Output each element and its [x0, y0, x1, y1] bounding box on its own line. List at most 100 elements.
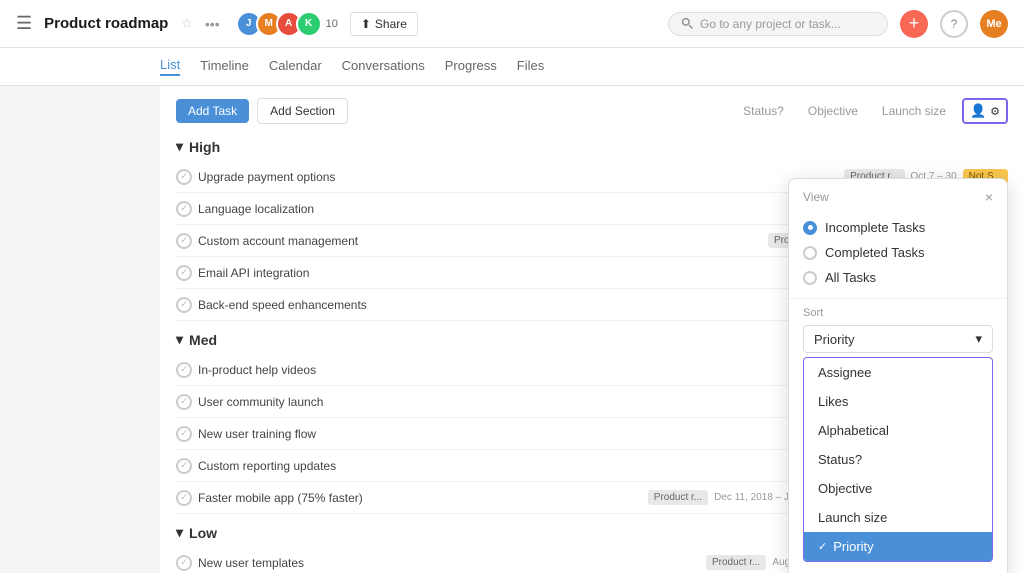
task-check[interactable]: ✓: [176, 169, 192, 185]
radio-all: [803, 271, 817, 285]
sort-option-likes[interactable]: Likes: [804, 387, 992, 416]
section-header[interactable]: ▾ High: [176, 138, 1008, 155]
task-check[interactable]: ✓: [176, 490, 192, 506]
avatar: K: [296, 11, 322, 37]
likes-label: Likes: [818, 394, 848, 409]
search-placeholder: Go to any project or task...: [700, 17, 841, 31]
objective-label: Objective: [818, 481, 872, 496]
sort-option-assignee[interactable]: Assignee: [804, 358, 992, 387]
sort-option-objective[interactable]: Objective: [804, 474, 992, 503]
task-check[interactable]: ✓: [176, 426, 192, 442]
task-tag: Product r...: [706, 555, 766, 570]
task-name: Custom account management: [198, 234, 478, 248]
user-avatar[interactable]: Me: [980, 10, 1008, 38]
content-area: Add Task Add Section Status? Objective L…: [160, 86, 1024, 573]
section-arrow: ▾: [176, 331, 183, 348]
radio-incomplete: [803, 221, 817, 235]
section-arrow: ▾: [176, 138, 183, 155]
main-layout: Add Task Add Section Status? Objective L…: [0, 86, 1024, 573]
search-icon: [681, 17, 694, 30]
view-options-section: Incomplete Tasks Completed Tasks All Tas…: [789, 211, 1007, 299]
menu-icon[interactable]: ☰: [16, 13, 32, 34]
status-label: Status?: [818, 452, 862, 467]
view-sort-panel: View × Incomplete Tasks Completed Tasks …: [788, 178, 1008, 573]
task-name: New user training flow: [198, 427, 478, 441]
sort-option-alphabetical[interactable]: Alphabetical: [804, 416, 992, 445]
view-option-completed-label: Completed Tasks: [825, 245, 924, 260]
view-option-completed[interactable]: Completed Tasks: [803, 240, 993, 265]
task-name: Faster mobile app (75% faster): [198, 491, 478, 505]
view-option-incomplete-label: Incomplete Tasks: [825, 220, 925, 235]
assignee-label: Assignee: [818, 365, 871, 380]
sort-section: Sort Priority ▾ Assignee Likes Alphabeti…: [789, 299, 1007, 570]
tab-progress[interactable]: Progress: [445, 58, 497, 75]
task-name: Upgrade payment options: [198, 170, 478, 184]
section-name: Low: [189, 525, 217, 541]
task-name: In-product help videos: [198, 363, 478, 377]
tab-files[interactable]: Files: [517, 58, 544, 75]
view-option-incomplete[interactable]: Incomplete Tasks: [803, 215, 993, 240]
panel-title: View: [803, 190, 829, 204]
view-option-all-label: All Tasks: [825, 270, 876, 285]
sort-option-status[interactable]: Status?: [804, 445, 992, 474]
task-name: Email API integration: [198, 266, 478, 280]
top-nav: ☰ Product roadmap ☆ ••• J M A K 10 ⬆ Sha…: [0, 0, 1024, 48]
filter-icon: ⚙: [990, 105, 1000, 118]
add-task-button[interactable]: Add Task: [176, 99, 249, 123]
task-check[interactable]: ✓: [176, 458, 192, 474]
chevron-down-icon: ▾: [975, 331, 982, 347]
sort-label: Sort: [803, 307, 993, 319]
tab-list[interactable]: List: [160, 57, 180, 76]
task-name: New user templates: [198, 556, 478, 570]
launch-label: Launch size: [818, 510, 887, 525]
view-option-all[interactable]: All Tasks: [803, 265, 993, 290]
add-button[interactable]: +: [900, 10, 928, 38]
task-check[interactable]: ✓: [176, 394, 192, 410]
share-icon: ⬆: [361, 17, 371, 31]
task-name: User community launch: [198, 395, 478, 409]
sort-option-launch[interactable]: Launch size: [804, 503, 992, 532]
task-check[interactable]: ✓: [176, 233, 192, 249]
sort-dropdown[interactable]: Priority ▾: [803, 325, 993, 353]
person-icon: 👤: [970, 103, 986, 119]
check-icon: ✓: [818, 540, 827, 553]
more-icon[interactable]: •••: [205, 16, 220, 32]
tab-calendar[interactable]: Calendar: [269, 58, 322, 75]
section-arrow: ▾: [176, 524, 183, 541]
status-col-header: Status?: [735, 104, 792, 118]
sort-option-priority[interactable]: ✓ Priority: [804, 532, 992, 561]
task-check[interactable]: ✓: [176, 201, 192, 217]
task-name: Custom reporting updates: [198, 459, 478, 473]
sort-options-list: Assignee Likes Alphabetical Status? Obje…: [803, 357, 993, 562]
help-button[interactable]: ?: [940, 10, 968, 38]
left-panel: [0, 86, 160, 573]
tab-timeline[interactable]: Timeline: [200, 58, 249, 75]
share-button[interactable]: ⬆ Share: [350, 12, 418, 36]
radio-completed: [803, 246, 817, 260]
section-name: Med: [189, 332, 217, 348]
add-section-button[interactable]: Add Section: [257, 98, 348, 124]
sub-nav: List Timeline Calendar Conversations Pro…: [0, 48, 1024, 86]
toolbar: Add Task Add Section Status? Objective L…: [176, 98, 1008, 124]
star-icon[interactable]: ☆: [180, 15, 193, 32]
panel-close-button[interactable]: ×: [985, 189, 993, 205]
tab-conversations[interactable]: Conversations: [342, 58, 425, 75]
task-name: Back-end speed enhancements: [198, 298, 478, 312]
avatar-group: J M A K 10: [236, 11, 338, 37]
objective-col-header: Objective: [800, 104, 866, 118]
task-check[interactable]: ✓: [176, 555, 192, 571]
project-title: Product roadmap: [44, 15, 168, 32]
search-bar[interactable]: Go to any project or task...: [668, 12, 888, 36]
task-check[interactable]: ✓: [176, 297, 192, 313]
filter-button[interactable]: 👤 ⚙: [962, 98, 1008, 124]
launch-col-header: Launch size: [874, 104, 954, 118]
avatar-count: 10: [326, 18, 338, 30]
task-tag: Product r...: [648, 490, 708, 505]
task-name: Language localization: [198, 202, 478, 216]
priority-label: Priority: [833, 539, 873, 554]
section-name: High: [189, 139, 220, 155]
panel-header: View ×: [789, 179, 1007, 211]
alpha-label: Alphabetical: [818, 423, 889, 438]
task-check[interactable]: ✓: [176, 265, 192, 281]
task-check[interactable]: ✓: [176, 362, 192, 378]
